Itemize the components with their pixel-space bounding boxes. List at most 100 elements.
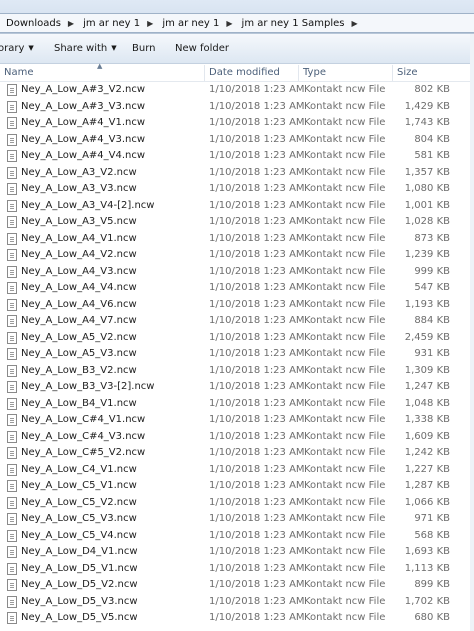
file-type: Kontakt ncw File	[304, 331, 386, 343]
chevron-right-icon[interactable]: ▶	[221, 19, 239, 28]
date-modified: 1/10/2018 1:23 AM	[209, 430, 305, 442]
breadcrumb-folder-2[interactable]: jm ar ney 1	[160, 18, 221, 29]
table-row[interactable]: Ney_A_Low_D5_V1.ncw 1/10/2018 1:23 AM Kont…	[0, 561, 474, 578]
file-type: Kontakt ncw File	[304, 612, 386, 623]
date-modified: 1/10/2018 1:23 AM	[209, 513, 305, 524]
table-row[interactable]: Ney_A_Low_A3_V3.ncw 1/10/2018 1:23 AM Kont…	[0, 181, 474, 198]
date-modified: 1/10/2018 1:23 AM	[209, 546, 305, 557]
column-header-name[interactable]: Name	[0, 64, 204, 82]
date-modified: 1/10/2018 1:23 AM	[209, 496, 305, 508]
table-row[interactable]: Ney_A_Low_D5_V3.ncw 1/10/2018 1:23 AM Kont…	[0, 594, 474, 611]
file-icon	[7, 496, 17, 509]
file-size: 568 KB	[414, 529, 450, 541]
file-icon	[7, 315, 17, 327]
date-modified: 1/10/2018 1:23 AM	[209, 414, 305, 425]
table-row[interactable]: Ney_A_Low_A3_V2.ncw 1/10/2018 1:23 AM Kont…	[0, 165, 474, 182]
chevron-right-icon[interactable]: ▶	[63, 19, 81, 28]
date-modified: 1/10/2018 1:23 AM	[209, 612, 305, 623]
file-type: Kontakt ncw File	[304, 216, 386, 227]
file-name: Ney_A_Low_B3_V2.ncw	[21, 364, 137, 376]
file-type: Kontakt ncw File	[304, 414, 386, 425]
table-row[interactable]: Ney_A_Low_A4_V7.ncw 1/10/2018 1:23 AM Kont…	[0, 313, 474, 330]
table-row[interactable]: Ney_A_Low_A#3_V3.ncw 1/10/2018 1:23 AM Kon…	[0, 99, 474, 116]
date-modified: 1/10/2018 1:23 AM	[209, 232, 305, 244]
breadcrumb-folder-1[interactable]: jm ar ney 1	[81, 18, 142, 29]
file-size: 1,429 KB	[404, 100, 450, 112]
file-size: 680 KB	[414, 612, 450, 623]
file-icon	[7, 282, 17, 294]
table-row[interactable]: Ney_A_Low_D5_V5.ncw 1/10/2018 1:23 AM Kont…	[0, 610, 474, 627]
table-row[interactable]: Ney_A_Low_C5_V2.ncw 1/10/2018 1:23 AM Kont…	[0, 495, 474, 512]
file-icon	[7, 529, 17, 542]
file-size: 873 KB	[414, 232, 450, 244]
table-row[interactable]: Ney_A_Low_C#4_V3.ncw 1/10/2018 1:23 AM Kon…	[0, 429, 474, 446]
table-row[interactable]: Ney_A_Low_A5_V2.ncw 1/10/2018 1:23 AM Kont…	[0, 330, 474, 347]
table-row[interactable]: Ney_A_Low_D5_V2.ncw 1/10/2018 1:23 AM Kont…	[0, 577, 474, 594]
file-name: Ney_A_Low_C5_V2.ncw	[21, 496, 137, 508]
table-row[interactable]: Ney_A_Low_D4_V1.ncw 1/10/2018 1:23 AM Kont…	[0, 544, 474, 561]
breadcrumb[interactable]: Downloads ▶ jm ar ney 1 ▶ jm ar ney 1 ▶ …	[0, 13, 474, 33]
date-modified: 1/10/2018 1:23 AM	[209, 331, 305, 343]
table-row[interactable]: Ney_A_Low_B3_V3-[2].ncw 1/10/2018 1:23 AM…	[0, 379, 474, 396]
file-name: Ney_A_Low_D5_V3.ncw	[21, 595, 138, 607]
file-type: Kontakt ncw File	[304, 513, 386, 524]
burn-button[interactable]: Burn	[132, 43, 155, 54]
table-row[interactable]: Ney_A_Low_A4_V3.ncw 1/10/2018 1:23 AM Kont…	[0, 264, 474, 281]
table-row[interactable]: Ney_A_Low_A#4_V3.ncw 1/10/2018 1:23 AM Kon…	[0, 132, 474, 149]
date-modified: 1/10/2018 1:23 AM	[209, 480, 305, 491]
chevron-right-icon[interactable]: ▶	[142, 19, 160, 28]
date-modified: 1/10/2018 1:23 AM	[209, 315, 305, 326]
column-header-type[interactable]: Type	[299, 64, 392, 82]
file-type: Kontakt ncw File	[304, 447, 386, 458]
file-type: Kontakt ncw File	[304, 430, 386, 442]
table-row[interactable]: Ney_A_Low_C5_V4.ncw 1/10/2018 1:23 AM Kont…	[0, 528, 474, 545]
file-name: Ney_A_Low_A4_V4.ncw	[21, 282, 137, 293]
table-row[interactable]: Ney_A_Low_A4_V1.ncw 1/10/2018 1:23 AM Kont…	[0, 231, 474, 248]
table-row[interactable]: Ney_A_Low_A4_V6.ncw 1/10/2018 1:23 AM Kont…	[0, 297, 474, 314]
table-row[interactable]: Ney_A_Low_A4_V4.ncw 1/10/2018 1:23 AM Kont…	[0, 280, 474, 297]
table-row[interactable]: Ney_A_Low_A3_V5.ncw 1/10/2018 1:23 AM Kont…	[0, 214, 474, 231]
share-with-button[interactable]: Share with ▼	[54, 43, 117, 54]
file-size: 1,247 KB	[404, 381, 450, 392]
table-row[interactable]: Ney_A_Low_C4_V1.ncw 1/10/2018 1:23 AM Kont…	[0, 462, 474, 479]
file-size: 899 KB	[414, 579, 450, 590]
file-name: Ney_A_Low_C4_V1.ncw	[21, 463, 137, 475]
date-modified: 1/10/2018 1:23 AM	[209, 199, 305, 211]
file-name: Ney_A_Low_A#4_V1.ncw	[21, 117, 146, 128]
file-size: 1,609 KB	[404, 430, 450, 442]
table-row[interactable]: Ney_A_Low_C#5_V2.ncw 1/10/2018 1:23 AM Kon…	[0, 445, 474, 462]
file-name: Ney_A_Low_C5_V3.ncw	[21, 513, 137, 524]
file-name: Ney_A_Low_C#4_V3.ncw	[21, 430, 146, 442]
table-row[interactable]: Ney_A_Low_A#3_V2.ncw 1/10/2018 1:23 AM Kon…	[0, 82, 474, 99]
file-icon	[7, 463, 17, 476]
breadcrumb-samples[interactable]: jm ar ney 1 Samples	[240, 18, 347, 29]
table-row[interactable]: Ney_A_Low_C#4_V1.ncw 1/10/2018 1:23 AM Kon…	[0, 412, 474, 429]
date-modified: 1/10/2018 1:23 AM	[209, 150, 305, 161]
file-name: Ney_A_Low_A3_V5.ncw	[21, 216, 137, 227]
table-row[interactable]: Ney_A_Low_A3_V4-[2].ncw 1/10/2018 1:23 AM…	[0, 198, 474, 215]
table-row[interactable]: Ney_A_Low_A4_V2.ncw 1/10/2018 1:23 AM Kont…	[0, 247, 474, 264]
table-row[interactable]: Ney_A_Low_C5_V1.ncw 1/10/2018 1:23 AM Kont…	[0, 478, 474, 495]
table-row[interactable]: Ney_A_Low_A#4_V1.ncw 1/10/2018 1:23 AM Kon…	[0, 115, 474, 132]
file-size: 804 KB	[414, 133, 450, 145]
include-in-library-button[interactable]: orary ▼	[0, 43, 34, 54]
table-row[interactable]: Ney_A_Low_C5_V3.ncw 1/10/2018 1:23 AM Kont…	[0, 511, 474, 528]
breadcrumb-downloads[interactable]: Downloads	[4, 18, 63, 29]
dropdown-arrow-icon: ▼	[28, 44, 34, 52]
file-name: Ney_A_Low_A5_V3.ncw	[21, 348, 137, 359]
table-row[interactable]: Ney_A_Low_A#4_V4.ncw 1/10/2018 1:23 AM Kon…	[0, 148, 474, 165]
scrollbar[interactable]	[470, 34, 474, 631]
chevron-right-icon[interactable]: ▶	[347, 19, 365, 28]
table-row[interactable]: Ney_A_Low_B4_V1.ncw 1/10/2018 1:23 AM Kont…	[0, 396, 474, 413]
table-row[interactable]: Ney_A_Low_B3_V2.ncw 1/10/2018 1:23 AM Kont…	[0, 363, 474, 380]
date-modified: 1/10/2018 1:23 AM	[209, 579, 305, 590]
file-type: Kontakt ncw File	[304, 546, 386, 557]
share-with-label: Share with	[54, 43, 108, 54]
column-header-size[interactable]: Size	[393, 64, 463, 82]
column-header-date[interactable]: Date modified	[205, 64, 298, 82]
table-row[interactable]: Ney_A_Low_A5_V3.ncw 1/10/2018 1:23 AM Kont…	[0, 346, 474, 363]
date-modified: 1/10/2018 1:23 AM	[209, 183, 305, 194]
date-modified: 1/10/2018 1:23 AM	[209, 381, 305, 392]
file-size: 581 KB	[414, 150, 450, 161]
new-folder-button[interactable]: New folder	[175, 43, 229, 54]
